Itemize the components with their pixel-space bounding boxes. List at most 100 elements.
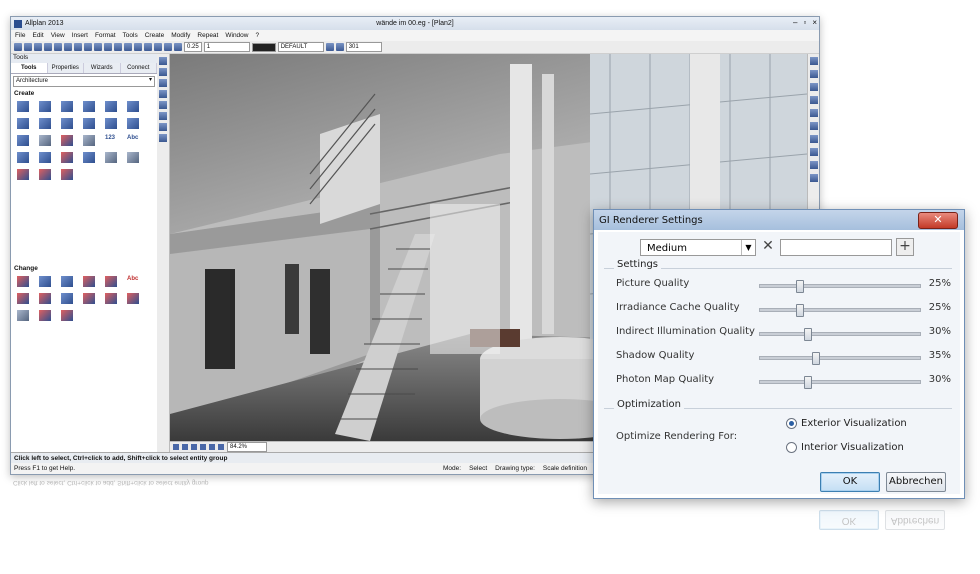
- line-icon[interactable]: [809, 57, 818, 65]
- split-icon[interactable]: [39, 293, 51, 304]
- modify-text-icon[interactable]: Abc: [127, 276, 139, 287]
- modify-stair-icon[interactable]: [127, 293, 139, 304]
- regen-icon[interactable]: [159, 90, 167, 98]
- ramp-tool-icon[interactable]: [127, 118, 139, 129]
- menu-edit[interactable]: Edit: [32, 32, 43, 39]
- previous-view-icon[interactable]: [191, 444, 197, 450]
- rectangle-icon[interactable]: [809, 70, 818, 78]
- save-icon[interactable]: [34, 43, 42, 51]
- modify-window-icon[interactable]: [105, 293, 117, 304]
- layer-select[interactable]: DEFAULT: [277, 42, 324, 52]
- pattern-select[interactable]: 301: [345, 42, 382, 52]
- drawing-type-value[interactable]: Scale definition: [543, 463, 587, 474]
- chevron-down-icon[interactable]: ▼: [741, 239, 755, 255]
- stair-tool-icon[interactable]: [105, 118, 117, 129]
- polyline-icon[interactable]: [809, 96, 818, 104]
- paste-icon[interactable]: [84, 43, 92, 51]
- pen-thickness-select[interactable]: 0.25: [184, 42, 202, 52]
- menu-create[interactable]: Create: [145, 32, 165, 39]
- zoom-field[interactable]: 84.2%: [227, 442, 267, 452]
- cancel-button[interactable]: Abbrechen: [886, 472, 946, 492]
- print-preview-icon[interactable]: [54, 43, 62, 51]
- offset-icon[interactable]: [809, 109, 818, 117]
- pan-icon[interactable]: [159, 68, 167, 76]
- maximize-button[interactable]: ▫: [803, 18, 806, 27]
- room-tool-icon[interactable]: [61, 135, 73, 146]
- circle-icon[interactable]: [809, 83, 818, 91]
- mirror-icon[interactable]: [154, 43, 162, 51]
- slider-thumb[interactable]: [804, 376, 812, 389]
- railing-tool-icon[interactable]: [17, 135, 29, 146]
- radio-exterior[interactable]: Exterior Visualization: [786, 418, 907, 429]
- redo-icon[interactable]: [104, 43, 112, 51]
- radio-exterior-button[interactable]: [786, 418, 797, 429]
- zoom-icon[interactable]: [164, 43, 172, 51]
- camera-icon[interactable]: [159, 123, 167, 131]
- tab-connect[interactable]: Connect: [120, 63, 157, 73]
- extend-icon[interactable]: [809, 135, 818, 143]
- move-icon[interactable]: [134, 43, 142, 51]
- menu-view[interactable]: View: [51, 32, 65, 39]
- color-fill-icon[interactable]: [809, 174, 818, 182]
- grid-tool-icon[interactable]: [83, 135, 95, 146]
- arc-icon[interactable]: [17, 310, 29, 321]
- niche-tool-icon[interactable]: [61, 152, 73, 163]
- sanitary-tool-icon[interactable]: [39, 169, 51, 180]
- menu-help[interactable]: ?: [255, 32, 259, 39]
- preset-name-input[interactable]: [780, 238, 892, 256]
- furniture-tool-icon[interactable]: [17, 169, 29, 180]
- chamfer-icon[interactable]: [809, 161, 818, 169]
- preset-select[interactable]: Medium ▼: [640, 238, 756, 256]
- undo-icon[interactable]: [94, 43, 102, 51]
- copy-icon[interactable]: [74, 43, 82, 51]
- slab-tool-icon[interactable]: [105, 101, 117, 112]
- delete-preset-button[interactable]: ✕: [760, 239, 776, 255]
- mode-value[interactable]: Select: [469, 463, 487, 474]
- light-icon[interactable]: [159, 134, 167, 142]
- tab-wizards[interactable]: Wizards: [84, 63, 121, 73]
- modify-room-icon[interactable]: [39, 310, 51, 321]
- sill-tool-icon[interactable]: [105, 152, 117, 163]
- menu-tools[interactable]: Tools: [123, 32, 138, 39]
- modify-opening-icon[interactable]: [61, 293, 73, 304]
- kitchen-tool-icon[interactable]: [61, 169, 73, 180]
- modify-surface-icon[interactable]: [61, 310, 73, 321]
- photon-map-quality-slider[interactable]: [759, 376, 921, 389]
- menu-window[interactable]: Window: [225, 32, 248, 39]
- cut-icon[interactable]: [64, 43, 72, 51]
- beam-tool-icon[interactable]: [61, 101, 73, 112]
- menu-repeat[interactable]: Repeat: [197, 32, 218, 39]
- tab-properties[interactable]: Properties: [47, 63, 84, 73]
- orbit-icon[interactable]: [159, 79, 167, 87]
- delete-icon[interactable]: [124, 43, 132, 51]
- window-tool-icon[interactable]: [61, 118, 73, 129]
- slider-thumb[interactable]: [796, 304, 804, 317]
- ceiling-tool-icon[interactable]: [127, 152, 139, 163]
- upstand-tool-icon[interactable]: [83, 101, 95, 112]
- irradiance-cache-quality-slider[interactable]: [759, 304, 921, 317]
- shadow-quality-slider[interactable]: [759, 352, 921, 365]
- line-type-select[interactable]: 1: [203, 42, 250, 52]
- menu-insert[interactable]: Insert: [72, 32, 88, 39]
- picture-quality-slider[interactable]: [759, 280, 921, 293]
- tab-tools[interactable]: Tools: [11, 63, 48, 73]
- open-icon[interactable]: [24, 43, 32, 51]
- menu-modify[interactable]: Modify: [171, 32, 190, 39]
- add-preset-button[interactable]: +: [896, 238, 914, 256]
- layer-icon[interactable]: [114, 43, 122, 51]
- minimize-button[interactable]: –: [793, 18, 797, 27]
- zoom-all-icon[interactable]: [182, 444, 188, 450]
- modify-height-icon[interactable]: [39, 276, 51, 287]
- format-icon[interactable]: [325, 43, 334, 51]
- fillet-icon[interactable]: [809, 148, 818, 156]
- dimension-tool-icon[interactable]: 123: [105, 135, 117, 146]
- hatching-tool-icon[interactable]: [39, 135, 51, 146]
- lintel-tool-icon[interactable]: [83, 152, 95, 163]
- pen-icon[interactable]: [174, 43, 182, 51]
- opening-tool-icon[interactable]: [17, 118, 29, 129]
- animation-icon[interactable]: [159, 112, 167, 120]
- slider-thumb[interactable]: [812, 352, 820, 365]
- menu-file[interactable]: File: [15, 32, 25, 39]
- hidden-line-icon[interactable]: [159, 101, 167, 109]
- modify-chart-icon[interactable]: [61, 276, 73, 287]
